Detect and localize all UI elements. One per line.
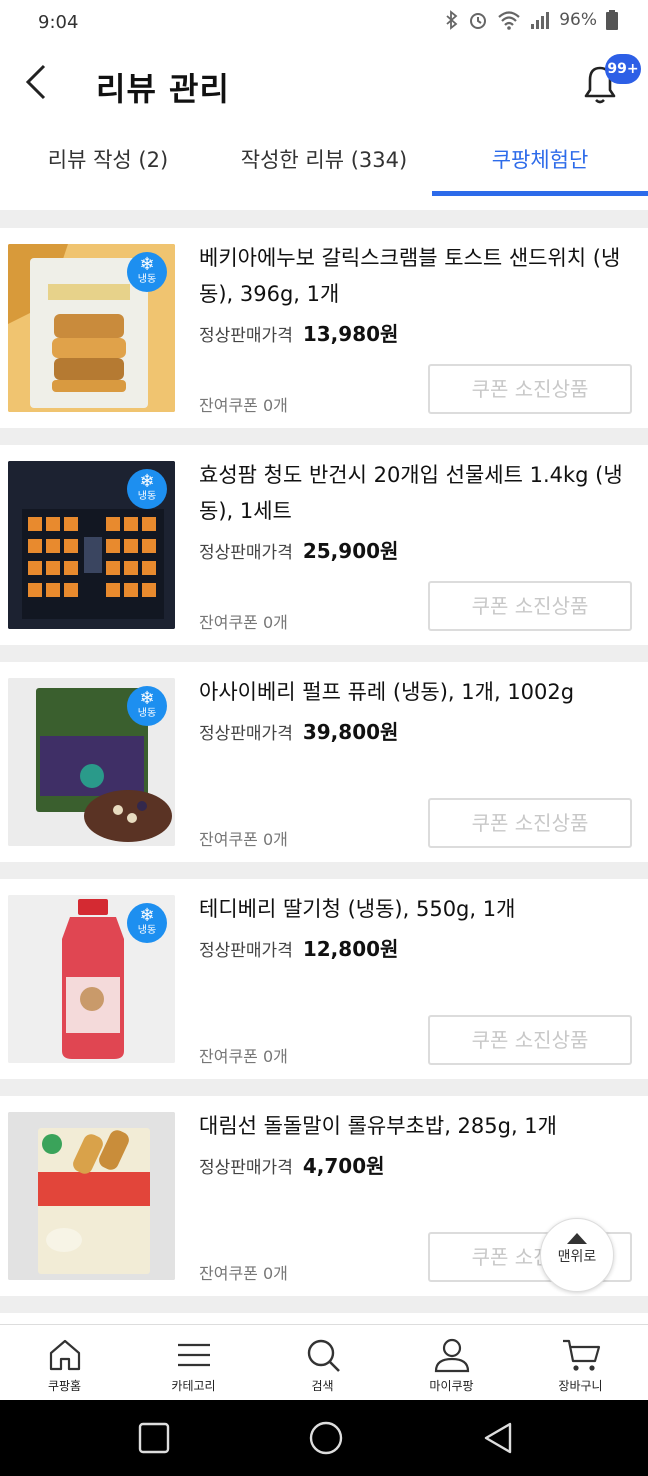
tab-coupang-experience[interactable]: 쿠팡체험단	[432, 128, 648, 198]
remaining-coupons: 잔여쿠폰 0개	[199, 396, 288, 415]
acai-puree-image[interactable]: ❄ 냉동	[8, 678, 175, 846]
scroll-to-top-button[interactable]: 맨위로	[540, 1218, 614, 1292]
price-value: 39,800원	[302, 720, 399, 744]
price-value: 4,700원	[302, 1154, 385, 1178]
battery-icon	[606, 10, 618, 30]
arrow-up-icon	[567, 1233, 587, 1244]
product-name: 대림선 돌돌말이 롤유부초밥, 285g, 1개	[199, 1114, 557, 1138]
coupon-soldout-button[interactable]: 쿠폰 소진상품	[428, 581, 632, 631]
price-row: 정상판매가격 12,800원	[199, 933, 398, 962]
back-system-button[interactable]	[480, 1420, 516, 1456]
remaining-coupons: 잔여쿠폰 0개	[199, 830, 288, 849]
price-row: 정상판매가격 4,700원	[199, 1150, 385, 1179]
status-time: 9:04	[38, 12, 79, 33]
rolled-yubu-sushi-image[interactable]	[8, 1112, 175, 1280]
back-triangle-icon	[484, 1422, 512, 1454]
cart-icon	[562, 1339, 600, 1371]
recents-icon	[138, 1422, 170, 1454]
persimmon-gift-set-image[interactable]: ❄ 냉동	[8, 461, 175, 629]
product-list: ❄ 냉동 베키아에누보 갈릭스크램블 토스트 샌드위치 (냉동), 396g, 1…	[0, 210, 648, 1324]
snowflake-icon: ❄	[139, 905, 155, 926]
nav-category[interactable]: 카테고리	[129, 1325, 258, 1401]
product-card[interactable]	[0, 1313, 648, 1324]
home-system-button[interactable]	[308, 1420, 344, 1456]
home-circle-icon	[309, 1421, 343, 1455]
price-label: 정상판매가격	[199, 326, 293, 346]
app-header: 리뷰 관리	[0, 46, 648, 128]
coupon-soldout-button[interactable]: 쿠폰 소진상품	[428, 364, 632, 414]
home-icon	[49, 1339, 80, 1371]
active-tab-indicator	[432, 191, 648, 196]
sandwich-product-image[interactable]: ❄ 냉동	[8, 244, 175, 412]
price-row: 정상판매가격 25,900원	[199, 535, 398, 564]
price-label: 정상판매가격	[199, 941, 293, 961]
price-value: 13,980원	[302, 322, 399, 346]
bluetooth-icon	[446, 10, 458, 30]
review-tabs: 리뷰 작성 (2) 작성한 리뷰 (334) 쿠팡체험단	[0, 128, 648, 198]
price-label: 정상판매가격	[199, 724, 293, 744]
wifi-icon	[498, 11, 520, 30]
price-value: 25,900원	[302, 539, 399, 563]
tab-written-reviews[interactable]: 작성한 리뷰 (334)	[216, 128, 432, 198]
snowflake-icon: ❄	[139, 254, 155, 275]
frozen-badge: ❄ 냉동	[127, 252, 167, 292]
nav-my-coupang[interactable]: 마이쿠팡	[387, 1325, 516, 1401]
coupon-soldout-button[interactable]: 쿠폰 소진상품	[428, 798, 632, 848]
recents-button[interactable]	[136, 1420, 172, 1456]
tab-write-review[interactable]: 리뷰 작성 (2)	[0, 128, 216, 198]
frozen-badge: ❄ 냉동	[127, 469, 167, 509]
battery-percent: 96%	[559, 10, 597, 30]
bottom-navigation: 쿠팡홈 카테고리 검색 마이쿠팡 장바구니	[0, 1324, 648, 1400]
frozen-badge: ❄ 냉동	[127, 686, 167, 726]
signal-icon	[531, 12, 550, 29]
status-bar: 9:04 96%	[0, 0, 648, 46]
price-label: 정상판매가격	[199, 1158, 293, 1178]
alarm-icon	[470, 13, 487, 29]
page-title: 리뷰 관리	[96, 70, 230, 108]
product-name: 아사이베리 펄프 퓨레 (냉동), 1개, 1002g	[199, 680, 575, 704]
product-name: 효성팜 청도 반건시 20개입 선물세트 1.4kg (냉동), 1세트	[199, 463, 623, 523]
system-navigation-bar	[0, 1400, 648, 1476]
product-card[interactable]: ❄ 냉동 베키아에누보 갈릭스크램블 토스트 샌드위치 (냉동), 396g, 1…	[0, 228, 648, 428]
remaining-coupons: 잔여쿠폰 0개	[199, 1047, 288, 1066]
menu-icon	[177, 1343, 210, 1367]
nav-category-label: 카테고리	[171, 1379, 216, 1393]
remaining-coupons: 잔여쿠폰 0개	[199, 1264, 288, 1283]
frozen-badge: ❄ 냉동	[127, 903, 167, 943]
chevron-left-icon	[25, 64, 46, 100]
nav-search-label: 검색	[311, 1379, 334, 1393]
nav-home-label: 쿠팡홈	[47, 1379, 82, 1393]
scroll-to-top-label: 맨위로	[557, 1249, 597, 1265]
back-button[interactable]	[18, 60, 64, 106]
price-row: 정상판매가격 13,980원	[199, 318, 398, 347]
coupon-soldout-button[interactable]: 쿠폰 소진상품	[428, 1015, 632, 1065]
product-card[interactable]: ❄ 냉동 효성팜 청도 반건시 20개입 선물세트 1.4kg (냉동), 1세트…	[0, 445, 648, 645]
price-value: 12,800원	[302, 937, 399, 961]
snowflake-icon: ❄	[139, 471, 155, 492]
price-label: 정상판매가격	[199, 543, 293, 563]
nav-home[interactable]: 쿠팡홈	[0, 1325, 129, 1401]
nav-cart-label: 장바구니	[558, 1379, 603, 1393]
nav-search[interactable]: 검색	[258, 1325, 387, 1401]
remaining-coupons: 잔여쿠폰 0개	[199, 613, 288, 632]
product-name: 테디베리 딸기청 (냉동), 550g, 1개	[199, 897, 516, 921]
snowflake-icon: ❄	[139, 688, 155, 709]
product-card[interactable]: ❄ 냉동 아사이베리 펄프 퓨레 (냉동), 1개, 1002g 정상판매가격 39…	[0, 662, 648, 862]
strawberry-syrup-bottle-image[interactable]: ❄ 냉동	[8, 895, 175, 1063]
product-name: 베키아에누보 갈릭스크램블 토스트 샌드위치 (냉동), 396g, 1개	[199, 246, 621, 306]
product-card[interactable]: ❄ 냉동 테디베리 딸기청 (냉동), 550g, 1개 정상판매가격 12,800…	[0, 879, 648, 1079]
person-icon	[434, 1338, 469, 1373]
nav-cart[interactable]: 장바구니	[516, 1325, 645, 1401]
status-icons: 96%	[445, 10, 618, 30]
nav-my-coupang-label: 마이쿠팡	[429, 1379, 474, 1393]
notification-badge: 99+	[605, 54, 641, 84]
price-row: 정상판매가격 39,800원	[199, 716, 398, 745]
search-icon	[307, 1339, 340, 1372]
